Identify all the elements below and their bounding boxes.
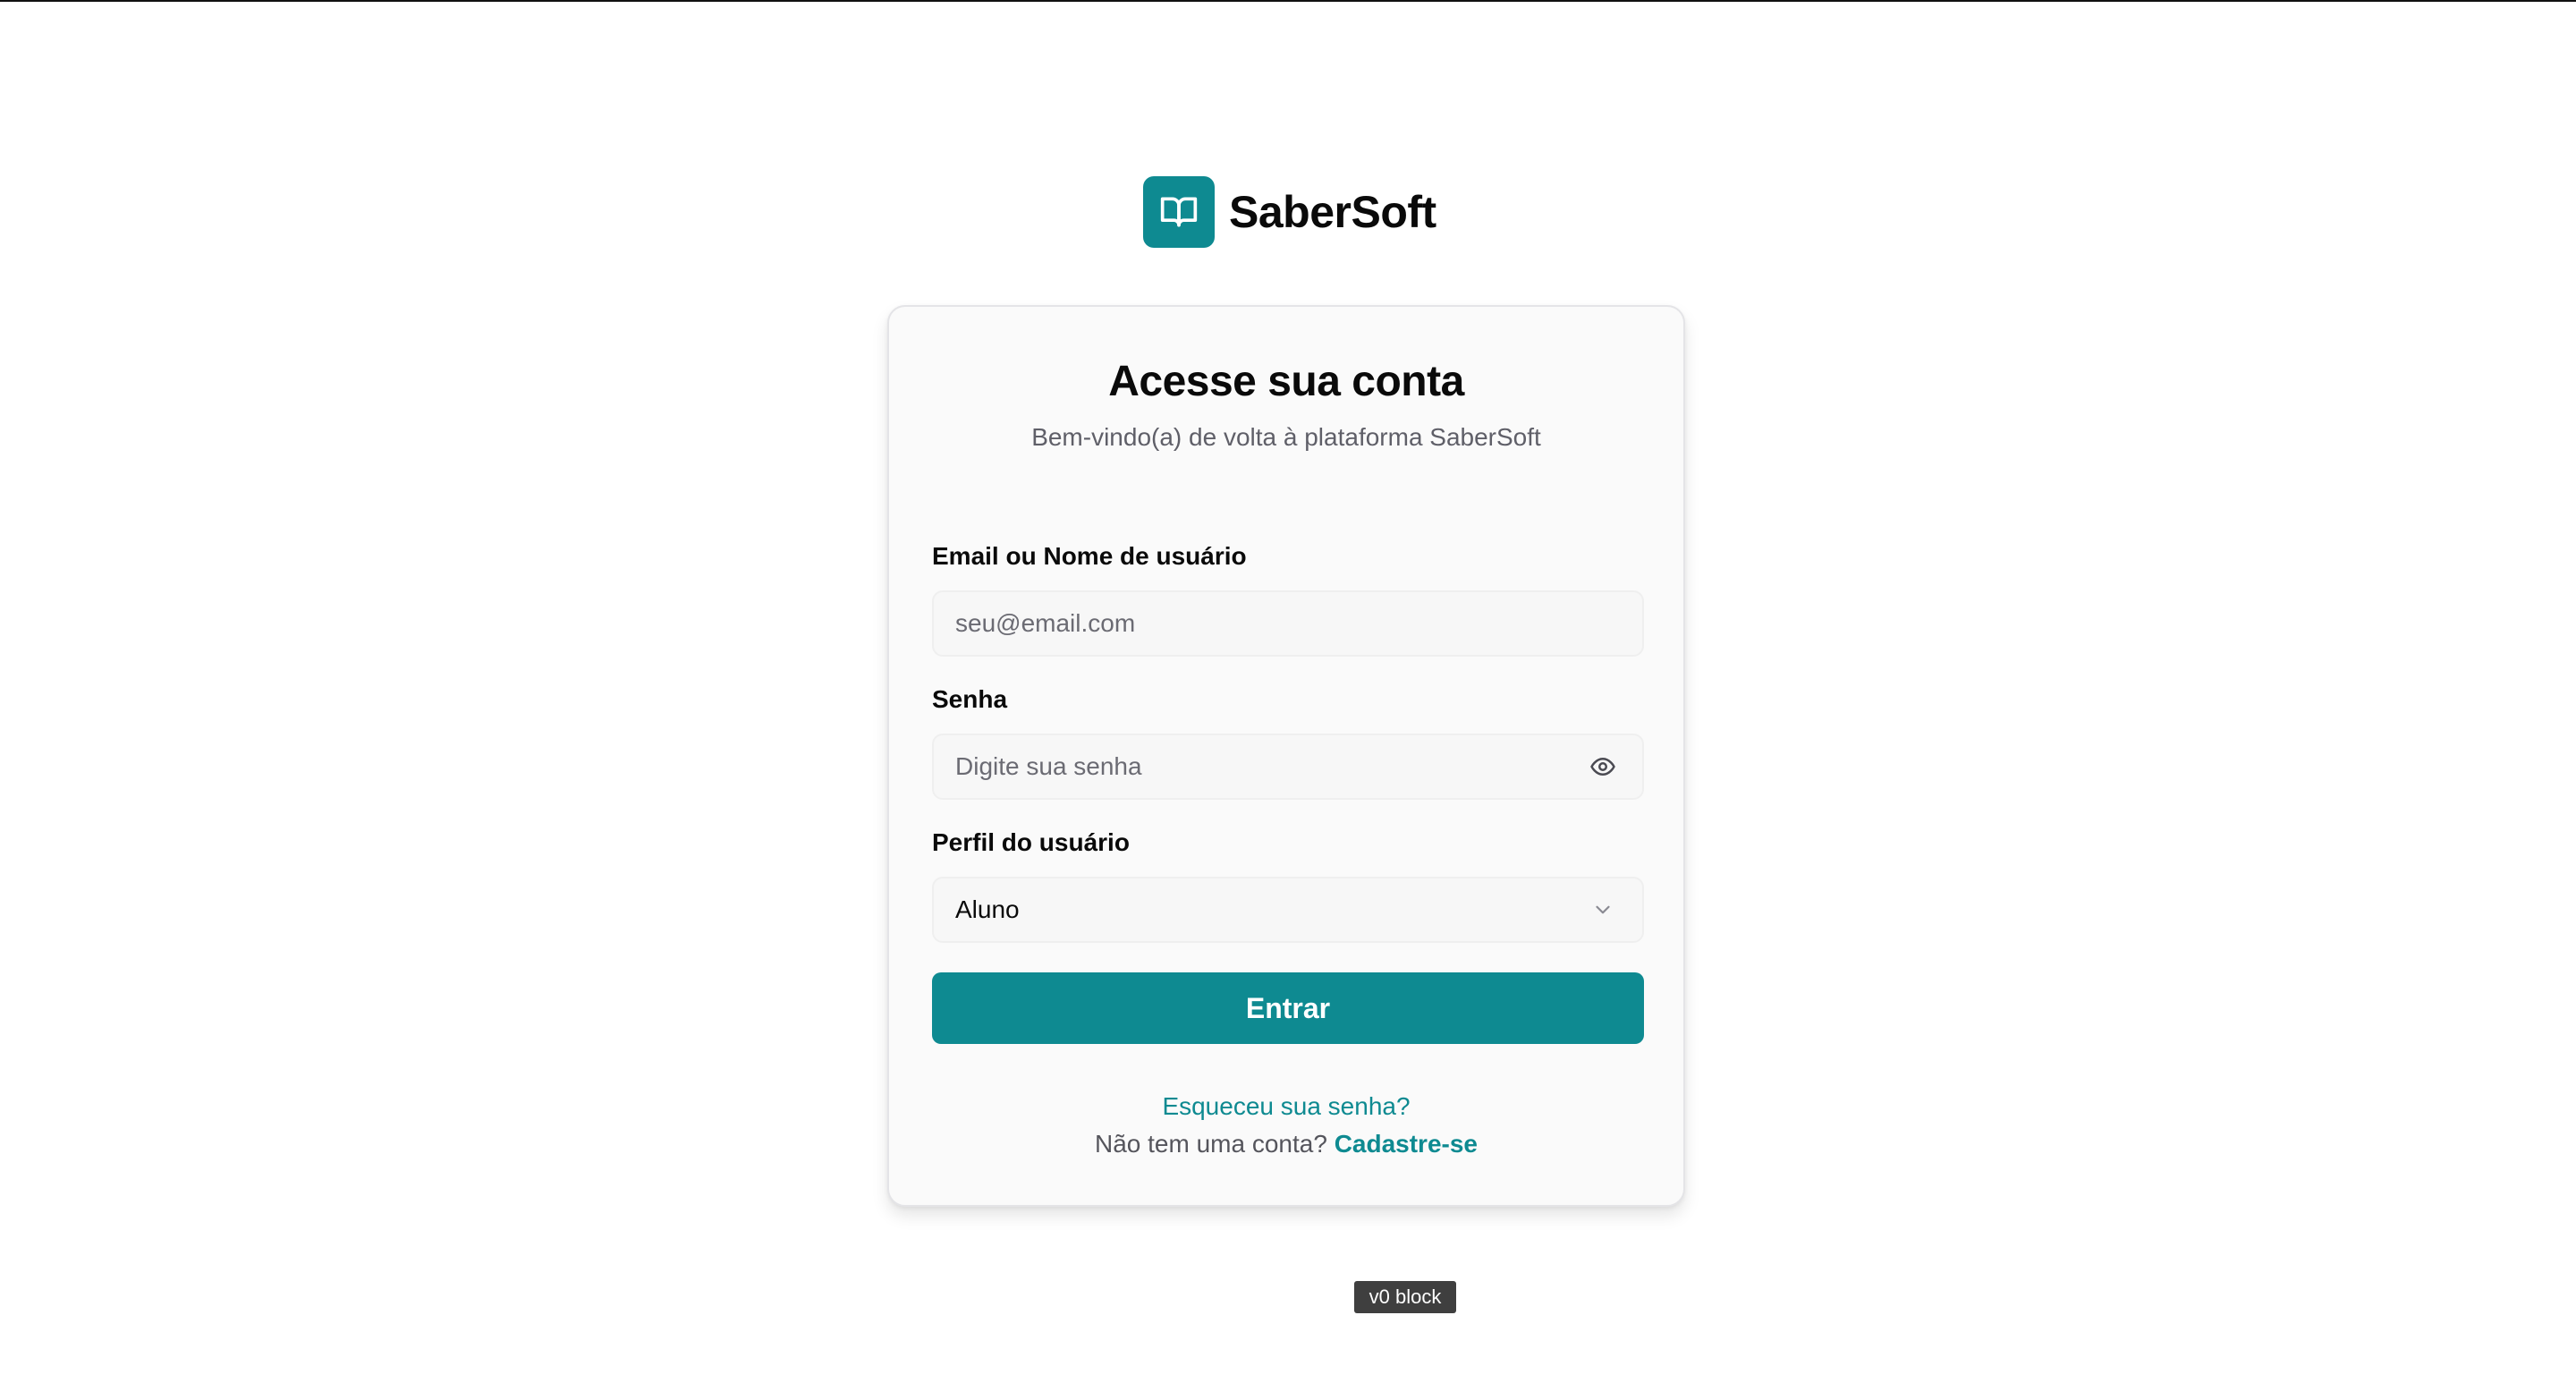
forgot-password-row: Esqueceu sua senha? — [889, 1092, 1683, 1121]
chevron-down-icon — [1585, 892, 1621, 928]
open-book-icon — [1143, 176, 1215, 248]
eye-icon[interactable] — [1585, 749, 1621, 785]
email-field[interactable] — [955, 592, 1621, 655]
brand-name: SaberSoft — [1229, 187, 1436, 237]
brand-header: SaberSoft — [1143, 175, 1436, 249]
email-label: Email ou Nome de usuário — [932, 542, 1247, 570]
no-account-text: Não tem uma conta? — [1094, 1130, 1327, 1158]
page-subtitle: Bem-vindo(a) de volta à plataforma Saber… — [1031, 423, 1541, 451]
email-field-box — [932, 590, 1644, 657]
password-field-box — [932, 734, 1644, 800]
page-title: Acesse sua conta — [1108, 358, 1464, 405]
login-card: Acesse sua conta Bem-vindo(a) de volta à… — [887, 305, 1685, 1207]
signup-link[interactable]: Cadastre-se — [1335, 1130, 1478, 1158]
profile-label: Perfil do usuário — [932, 828, 1130, 856]
password-field[interactable] — [955, 735, 1585, 798]
top-border — [0, 0, 2576, 2]
profile-selected-value: Aluno — [955, 895, 1020, 923]
password-label: Senha — [932, 685, 1008, 713]
v0-block-badge: v0 block — [1354, 1281, 1456, 1313]
profile-select[interactable]: Aluno — [932, 877, 1644, 943]
forgot-password-link[interactable]: Esqueceu sua senha? — [1162, 1092, 1410, 1120]
login-button[interactable]: Entrar — [932, 972, 1644, 1044]
signup-row: Não tem uma conta? Cadastre-se — [889, 1130, 1683, 1158]
